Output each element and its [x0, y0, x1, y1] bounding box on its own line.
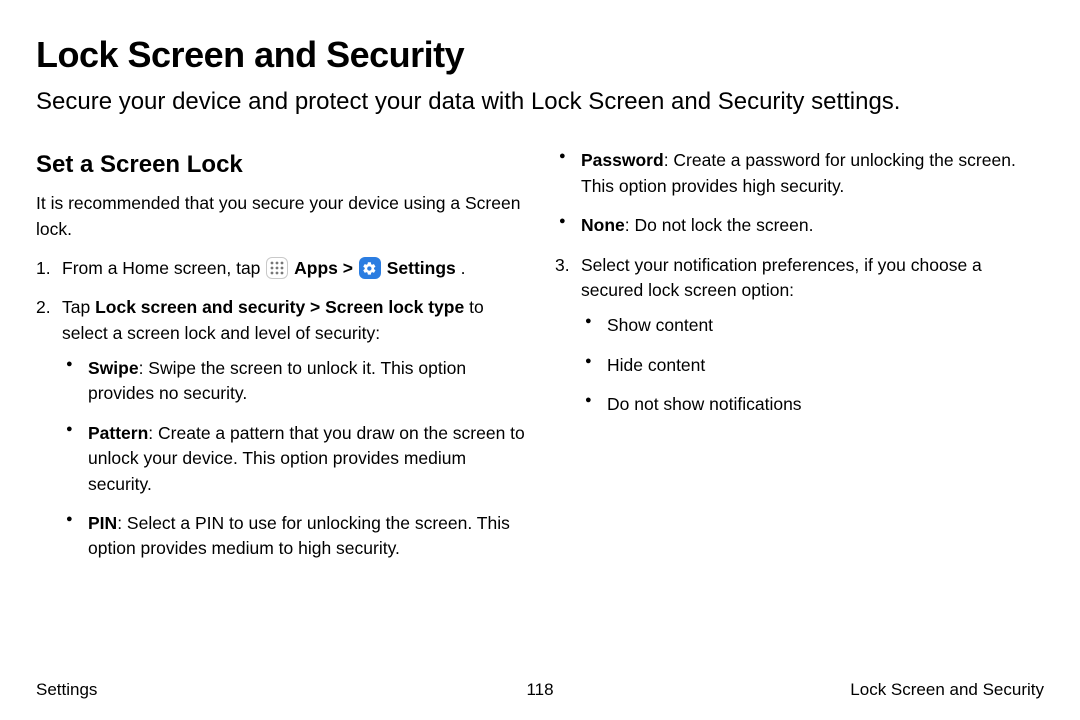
step-1-post: . [461, 258, 466, 278]
settings-label: Settings [387, 258, 456, 278]
option-pattern-label: Pattern [88, 423, 148, 443]
option-swipe: Swipe: Swipe the screen to unlock it. Th… [62, 356, 525, 407]
step-2-bold: Lock screen and security > Screen lock t… [95, 297, 464, 317]
option-none-label: None [581, 215, 625, 235]
option-pin-label: PIN [88, 513, 117, 533]
option-none: None: Do not lock the screen. [555, 213, 1044, 238]
section-heading: Set a Screen Lock [36, 148, 525, 183]
step-3: Select your notification preferences, if… [555, 253, 1044, 418]
option-password-label: Password [581, 150, 664, 170]
option-none-text: : Do not lock the screen. [625, 215, 814, 235]
step-1-sep: > [343, 258, 358, 278]
right-column: Password: Create a password for unlockin… [555, 148, 1044, 575]
page-title: Lock Screen and Security [36, 34, 1044, 76]
option-swipe-text: : Swipe the screen to unlock it. This op… [88, 358, 466, 403]
step-1: From a Home screen, tap Apps > Settings … [36, 256, 525, 281]
notif-none: Do not show notifications [581, 392, 1044, 417]
left-column: Set a Screen Lock It is recommended that… [36, 148, 525, 575]
notification-options: Show content Hide content Do not show no… [581, 313, 1044, 417]
step-1-pre: From a Home screen, tap [62, 258, 265, 278]
page-footer: Settings 118 Lock Screen and Security [36, 680, 1044, 700]
option-pattern-text: : Create a pattern that you draw on the … [88, 423, 525, 494]
option-pattern: Pattern: Create a pattern that you draw … [62, 421, 525, 497]
notif-hide: Hide content [581, 353, 1044, 378]
steps-list: From a Home screen, tap Apps > Settings … [36, 256, 525, 562]
option-password: Password: Create a password for unlockin… [555, 148, 1044, 199]
apps-label: Apps [294, 258, 338, 278]
step-3-text: Select your notification preferences, if… [581, 255, 982, 300]
lock-options-left: Swipe: Swipe the screen to unlock it. Th… [62, 356, 525, 562]
page-intro: Secure your device and protect your data… [36, 86, 1044, 118]
section-lead: It is recommended that you secure your d… [36, 191, 525, 242]
settings-icon [359, 257, 381, 279]
option-pin: PIN: Select a PIN to use for unlocking t… [62, 511, 525, 562]
content-columns: Set a Screen Lock It is recommended that… [36, 148, 1044, 575]
notif-show: Show content [581, 313, 1044, 338]
steps-list-continued: Select your notification preferences, if… [555, 253, 1044, 418]
lock-options-right: Password: Create a password for unlockin… [555, 148, 1044, 238]
option-pin-text: : Select a PIN to use for unlocking the … [88, 513, 510, 558]
step-2-pre: Tap [62, 297, 95, 317]
footer-right: Lock Screen and Security [850, 680, 1044, 700]
apps-icon [266, 257, 288, 279]
footer-left: Settings [36, 680, 97, 700]
step-2: Tap Lock screen and security > Screen lo… [36, 295, 525, 561]
footer-page-number: 118 [526, 680, 553, 700]
option-swipe-label: Swipe [88, 358, 139, 378]
